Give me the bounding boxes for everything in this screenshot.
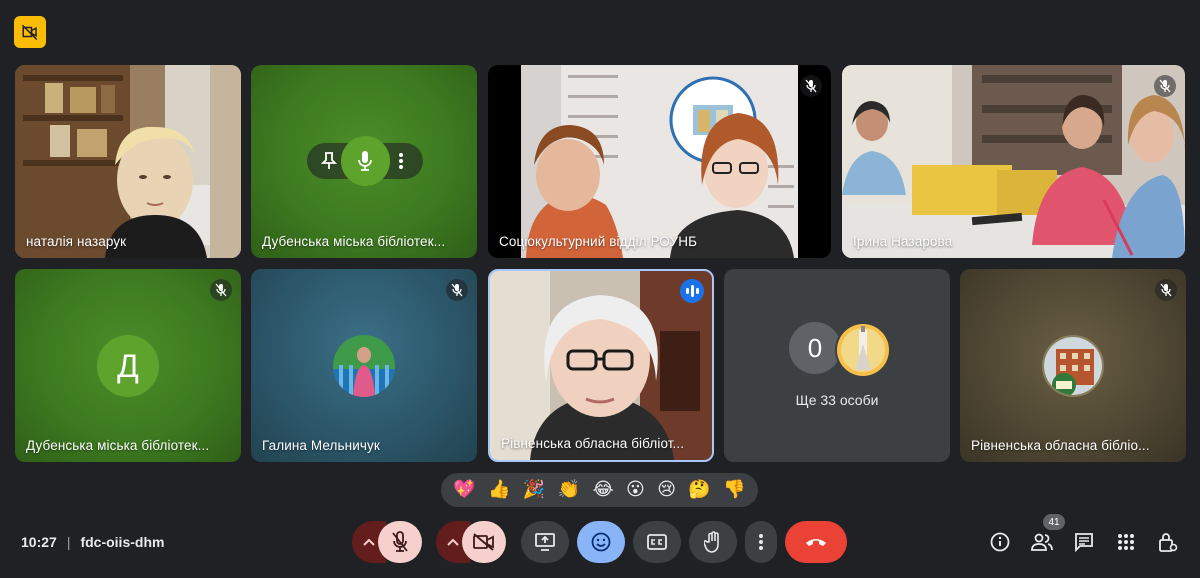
participant-tile-7[interactable]: Рівненська обласна бібліот...: [488, 269, 714, 462]
muted-indicator: [446, 279, 468, 301]
host-controls-button[interactable]: [1156, 530, 1180, 554]
participant-tile-4[interactable]: Ірина Назарова: [842, 65, 1185, 258]
present-screen-button[interactable]: [521, 521, 569, 563]
no-camera-icon: [21, 24, 38, 41]
more-participants-count: 0: [789, 322, 841, 374]
pin-button[interactable]: [317, 149, 341, 173]
camera-toggle-button[interactable]: [462, 521, 506, 563]
mic-off-icon: [805, 79, 817, 93]
participant-name: Галина Мельничук: [262, 438, 380, 453]
chat-button[interactable]: [1072, 530, 1096, 554]
chat-icon: [1075, 533, 1093, 552]
participant-name: Рівненська обласна бібліо...: [971, 438, 1150, 453]
participant-tile-8[interactable]: Рівненська обласна бібліо...: [960, 269, 1186, 462]
reaction-sad[interactable]: 😢: [657, 481, 676, 499]
reaction-heart[interactable]: 💖: [453, 481, 475, 499]
chevron-up-icon: [363, 538, 375, 546]
captions-button[interactable]: [633, 521, 681, 563]
participant-name: Соціокультурний відділ РОУНБ: [499, 234, 698, 249]
participant-video: [490, 271, 712, 460]
more-participants-label: Ще 33 особи: [795, 392, 879, 408]
mic-off-icon: [215, 283, 227, 297]
participant-name: Дубенська міська бібліотек...: [26, 438, 210, 453]
reaction-party[interactable]: 🎉: [523, 481, 545, 499]
muted-indicator: [800, 75, 822, 97]
people-button[interactable]: [1030, 530, 1054, 554]
host-controls-icon: [1159, 533, 1178, 552]
participant-initial-avatar: Д: [97, 335, 159, 397]
activities-button[interactable]: [1114, 530, 1138, 554]
meeting-info: 10:27 | fdc-oiis-dhm: [21, 534, 164, 550]
microphone-toggle-button[interactable]: [378, 521, 422, 563]
participant-video: [842, 65, 1185, 258]
more-participants-tile[interactable]: 0 Ще 33 особи: [724, 269, 950, 462]
apps-grid-icon: [1118, 534, 1134, 550]
camera-off-icon: [473, 533, 494, 551]
meeting-details-button[interactable]: [988, 530, 1012, 554]
no-camera-badge[interactable]: [14, 16, 46, 48]
reactions-bar: 💖 👍 🎉 👏 😂 😮 😢 🤔 👎: [441, 473, 758, 507]
muted-indicator: [210, 279, 232, 301]
chevron-up-icon: [447, 538, 459, 546]
present-screen-icon: [535, 533, 555, 551]
more-vert-icon: [759, 534, 763, 550]
mic-off-icon: [1159, 79, 1171, 93]
mic-control: [352, 521, 422, 563]
participant-tile-5[interactable]: Д Дубенська міська бібліотек...: [15, 269, 241, 462]
meeting-time: 10:27: [21, 534, 57, 550]
leave-call-button[interactable]: [785, 521, 847, 563]
reaction-laugh[interactable]: 😂: [593, 481, 614, 499]
call-end-icon: [806, 539, 826, 546]
tile-hover-controls: [307, 136, 423, 186]
participant-video: [521, 65, 798, 258]
participant-name: наталія назарук: [26, 234, 127, 249]
mic-off-icon: [392, 531, 408, 552]
tile-more-button[interactable]: [390, 149, 414, 173]
reaction-thumbs-up[interactable]: 👍: [488, 481, 510, 499]
participant-avatar: [1042, 335, 1104, 397]
reaction-clap[interactable]: 👏: [558, 481, 580, 499]
captions-icon: [647, 534, 667, 550]
participant-tile-3[interactable]: Соціокультурний відділ РОУНБ: [488, 65, 831, 258]
people-count-badge: 41: [1043, 514, 1065, 530]
reaction-thinking[interactable]: 🤔: [688, 481, 710, 499]
reaction-surprised[interactable]: 😮: [626, 481, 645, 499]
people-icon: [1031, 533, 1053, 551]
pin-icon: [320, 152, 337, 169]
participant-name: Рівненська обласна бібліот...: [501, 436, 685, 451]
participant-avatar: [333, 335, 395, 397]
participant-name: Дубенська міська бібліотек...: [262, 234, 446, 249]
raise-hand-icon: [704, 531, 719, 553]
emoji-icon: [591, 532, 611, 552]
speaking-indicator: [680, 279, 704, 303]
participant-tile-1[interactable]: наталія назарук: [15, 65, 241, 258]
participant-tile-6[interactable]: Галина Мельничук: [251, 269, 477, 462]
reactions-button[interactable]: [577, 521, 625, 563]
more-options-button[interactable]: [745, 521, 777, 563]
mic-off-icon: [1160, 283, 1172, 297]
more-vert-icon: [399, 153, 404, 169]
mic-icon: [358, 151, 372, 171]
participant-name: Ірина Назарова: [853, 234, 953, 249]
participant-avatar: [835, 322, 891, 378]
muted-indicator: [1154, 75, 1176, 97]
raise-hand-button[interactable]: [689, 521, 737, 563]
muted-indicator: [1155, 279, 1177, 301]
reaction-thumbs-down[interactable]: 👎: [723, 481, 745, 499]
participant-tile-2[interactable]: Дубенська міська бібліотек...: [251, 65, 477, 258]
mute-participant-button[interactable]: [340, 136, 390, 186]
participant-video: [15, 65, 241, 258]
mic-off-icon: [451, 283, 463, 297]
meeting-code[interactable]: fdc-oiis-dhm: [80, 534, 164, 550]
camera-control: [436, 521, 506, 563]
info-icon: [990, 532, 1010, 552]
meeting-separator: |: [66, 534, 71, 550]
